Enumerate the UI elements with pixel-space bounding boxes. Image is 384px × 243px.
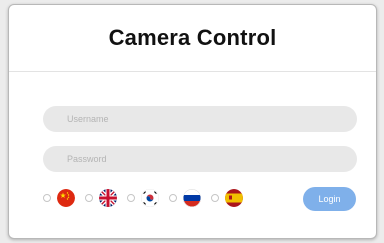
header: Camera Control (9, 5, 376, 72)
uk-flag-icon[interactable] (99, 189, 117, 207)
login-button[interactable]: Login (303, 187, 356, 211)
language-option-spanish[interactable] (211, 189, 243, 207)
language-radio[interactable] (43, 194, 51, 202)
korea-flag-icon[interactable] (141, 189, 159, 207)
language-radio[interactable] (211, 194, 219, 202)
language-option-korean[interactable] (127, 189, 159, 207)
russia-flag-icon[interactable] (183, 189, 201, 207)
language-radio[interactable] (169, 194, 177, 202)
language-option-russian[interactable] (169, 189, 201, 207)
username-input[interactable] (43, 106, 357, 132)
spain-flag-icon[interactable] (225, 189, 243, 207)
language-radio[interactable] (127, 194, 135, 202)
password-input[interactable] (43, 146, 357, 172)
language-option-chinese[interactable] (43, 189, 75, 207)
china-flag-icon[interactable] (57, 189, 75, 207)
login-card: Camera Control Username Login (8, 4, 377, 239)
language-option-english[interactable] (85, 189, 117, 207)
language-radio[interactable] (85, 194, 93, 202)
page-title: Camera Control (108, 25, 277, 50)
language-selector (43, 187, 253, 209)
